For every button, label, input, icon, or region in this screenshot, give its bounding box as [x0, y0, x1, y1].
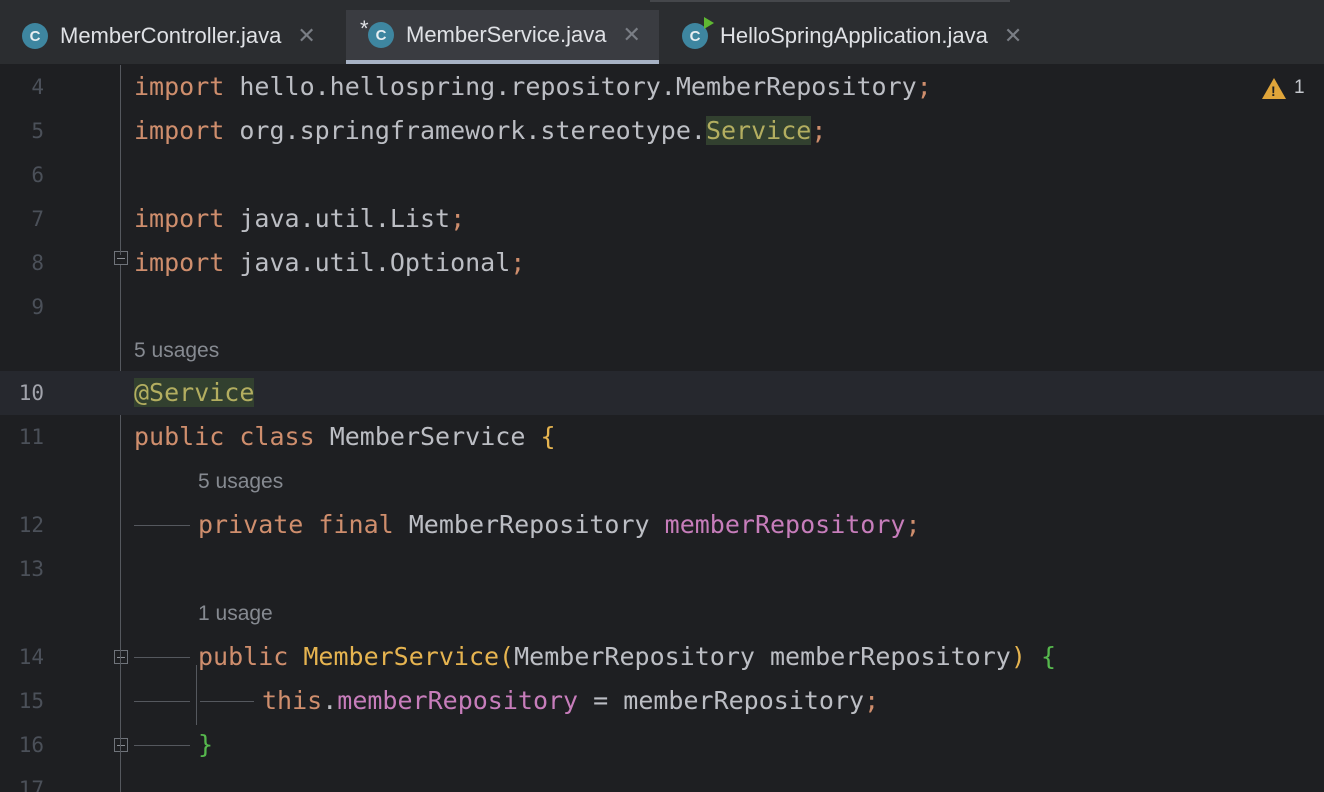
code-text: @Service [134, 378, 255, 407]
line-number: 6 [31, 163, 44, 187]
code-text: public class MemberService { [134, 422, 556, 451]
close-icon[interactable]: ✕ [623, 22, 641, 48]
line-number: 5 [31, 119, 44, 143]
code-line: 15 this.memberRepository = memberReposit… [0, 679, 1324, 723]
tab-label: HelloSpringApplication.java [720, 23, 988, 48]
line-number: 14 [18, 645, 44, 669]
code-editor[interactable]: ! 1 4 import hello.hellospring.repositor… [0, 65, 1324, 792]
line-number: 17 [18, 777, 44, 792]
usages-hint[interactable]: 1 usage [198, 592, 273, 636]
code-line: 13 [0, 547, 1324, 591]
code-line: 8 import java.util.Optional; [0, 241, 1324, 285]
tab-label: MemberService.java [406, 22, 607, 47]
code-line: 4 import hello.hellospring.repository.Me… [0, 65, 1324, 109]
code-text: import java.util.Optional; [134, 248, 526, 277]
code-line-current: 10 @Service [0, 371, 1324, 415]
class-icon: C [368, 22, 394, 48]
code-text: public MemberService(MemberRepository me… [198, 642, 1057, 671]
modified-indicator: * [360, 16, 369, 41]
line-number: 8 [31, 251, 44, 275]
tab-bar-top-indicator [650, 0, 1010, 2]
code-text: import hello.hellospring.repository.Memb… [134, 72, 932, 101]
line-number: 7 [31, 207, 44, 231]
close-icon[interactable]: ✕ [1004, 23, 1022, 49]
code-line: 11 public class MemberService { [0, 415, 1324, 459]
indent-guide [134, 745, 190, 746]
tab-hello-spring-application[interactable]: C HelloSpringApplication.java ✕ [682, 10, 1022, 62]
code-line: 17 [0, 767, 1324, 792]
code-line: 6 [0, 153, 1324, 197]
code-line: 9 [0, 285, 1324, 329]
line-number: 15 [18, 689, 44, 713]
usages-hint[interactable]: 5 usages [134, 329, 219, 373]
editor-tab-bar: C MemberController.java ✕ * C MemberServ… [0, 0, 1324, 65]
line-number: 16 [18, 733, 44, 757]
code-line: 5 import org.springframework.stereotype.… [0, 109, 1324, 153]
runnable-class-icon: C [682, 17, 714, 49]
line-number: 10 [18, 381, 44, 405]
usages-hint[interactable]: 5 usages [198, 460, 283, 504]
code-text: this.memberRepository = memberRepository… [262, 686, 880, 715]
code-line: 12 private final MemberRepository member… [0, 503, 1324, 547]
code-line: 14 public MemberService(MemberRepository… [0, 635, 1324, 679]
code-text: import org.springframework.stereotype.Se… [134, 116, 827, 145]
indent-guide [134, 525, 190, 526]
code-text: private final MemberRepository memberRep… [198, 510, 921, 539]
close-icon[interactable]: ✕ [297, 23, 315, 49]
code-line: 16 } [0, 723, 1324, 767]
class-icon: C [22, 23, 48, 49]
line-number: 13 [18, 557, 44, 581]
code-line: 7 import java.util.List; [0, 197, 1324, 241]
tab-member-controller[interactable]: C MemberController.java ✕ [22, 10, 316, 62]
code-text: import java.util.List; [134, 204, 466, 233]
indent-guide [134, 657, 190, 658]
run-marker-icon [704, 17, 714, 29]
indent-guide [200, 701, 254, 702]
tab-member-service[interactable]: * C MemberService.java ✕ [346, 10, 659, 64]
code-text: } [198, 730, 214, 759]
line-number: 11 [18, 425, 44, 449]
indent-guide [134, 701, 190, 702]
line-number: 12 [18, 513, 44, 537]
line-number: 9 [31, 295, 44, 319]
line-number: 4 [31, 75, 44, 99]
tab-label: MemberController.java [60, 23, 282, 48]
